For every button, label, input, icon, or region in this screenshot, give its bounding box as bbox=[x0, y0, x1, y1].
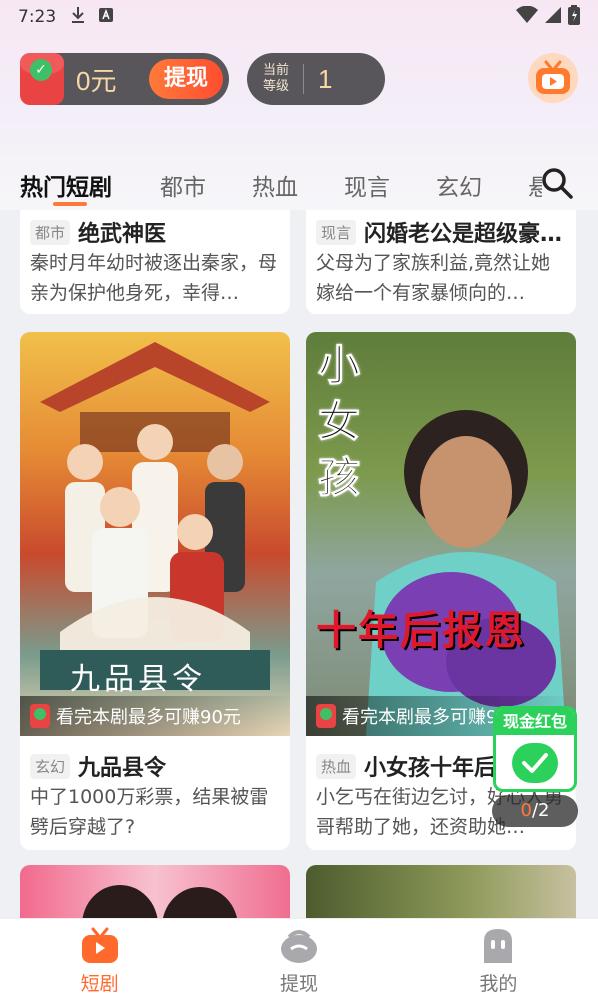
drama-description: 中了1000万彩票，结果被雷劈后穿越了? bbox=[30, 786, 269, 838]
signal-icon bbox=[544, 6, 562, 29]
cover-title-vertical: 小女孩 bbox=[318, 341, 361, 503]
drama-title: 九品县令 bbox=[78, 756, 167, 781]
drama-card[interactable]: 九品县令 看完本剧最多可赚90元 玄幻 九品县令 中了1000万彩票，结果被雷劈… bbox=[20, 332, 290, 850]
status-time: 7:23 bbox=[18, 7, 57, 27]
drama-card[interactable] bbox=[20, 865, 290, 918]
tab-action[interactable]: 热血 bbox=[252, 168, 298, 202]
red-packet-progress: 0/2 bbox=[492, 795, 578, 827]
nav-label: 我的 bbox=[479, 973, 518, 995]
genre-tag: 现言 bbox=[316, 219, 357, 245]
drama-description: 秦时月年幼时被逐出秦家，母亲为保护他身死，幸得… bbox=[30, 252, 278, 304]
red-packet-icon bbox=[316, 704, 336, 728]
bottom-navigation: 短剧 提现 我的 bbox=[0, 918, 598, 998]
tab-urban[interactable]: 都市 bbox=[160, 168, 206, 202]
red-packet-icon: ✓ bbox=[20, 53, 64, 105]
wallet-icon bbox=[280, 930, 317, 963]
user-level-widget[interactable]: 当前 等级 1 bbox=[247, 53, 385, 105]
card-title-row: 都市 绝武神医 bbox=[30, 216, 166, 248]
cover-subtitle-text: 十年后报恩 bbox=[316, 607, 526, 654]
genre-tag: 热血 bbox=[316, 753, 357, 779]
cash-balance-widget[interactable]: ✓ 0元 提现 bbox=[20, 53, 229, 105]
active-tab-indicator bbox=[53, 202, 87, 206]
drama-card[interactable]: 现言 闪婚老公是超级豪… 父母为了家族利益,竟然让她嫁给一个有家暴倾向的… bbox=[306, 210, 576, 314]
drama-cover-image: 小女孩 十年后报恩 看完本剧最多可赚90元 bbox=[306, 332, 576, 736]
nav-label: 提现 bbox=[279, 973, 318, 995]
drama-description: 父母为了家族利益,竟然让她嫁给一个有家暴倾向的… bbox=[316, 252, 551, 304]
drama-title: 闪婚老公是超级豪… bbox=[364, 222, 563, 247]
drama-title: 绝武神医 bbox=[78, 222, 167, 247]
nav-item-dramas[interactable]: 短剧 bbox=[0, 919, 199, 998]
genre-tag: 都市 bbox=[30, 219, 71, 245]
wifi-icon bbox=[516, 5, 538, 29]
card-title-row: 现言 闪婚老公是超级豪… bbox=[316, 216, 564, 248]
profile-icon bbox=[484, 929, 513, 963]
status-bar: 7:23 bbox=[0, 0, 598, 34]
float-label: 现金红包 bbox=[496, 709, 574, 735]
red-packet-icon bbox=[30, 704, 50, 728]
level-label: 当前 等级 bbox=[263, 63, 290, 94]
earn-banner: 看完本剧最多可赚90元 bbox=[20, 696, 290, 736]
tv-avatar-button[interactable] bbox=[528, 53, 578, 103]
tab-fantasy[interactable]: 玄幻 bbox=[436, 168, 482, 202]
withdraw-button[interactable]: 提现 bbox=[149, 59, 223, 99]
drama-cover-image bbox=[20, 865, 290, 918]
drama-card[interactable]: 都市 绝武神医 秦时月年幼时被逐出秦家，母亲为保护他身死，幸得… bbox=[20, 210, 290, 314]
drama-cover-image bbox=[306, 865, 576, 918]
download-icon bbox=[70, 6, 86, 29]
tab-romance[interactable]: 现言 bbox=[344, 168, 390, 202]
nav-item-withdraw[interactable]: 提现 bbox=[199, 919, 398, 998]
search-button[interactable] bbox=[540, 166, 574, 200]
progress-total: /2 bbox=[531, 800, 550, 821]
drama-cover-image: 九品县令 看完本剧最多可赚90元 bbox=[20, 332, 290, 736]
tv-mascot-icon bbox=[536, 60, 570, 94]
category-tabs: 热门短剧 都市 热血 现言 玄幻 悬 bbox=[0, 160, 598, 210]
progress-current: 0 bbox=[520, 800, 532, 821]
tab-hot-dramas[interactable]: 热门短剧 bbox=[20, 168, 112, 202]
app-notification-icon bbox=[98, 7, 114, 28]
level-value: 1 bbox=[318, 63, 333, 94]
search-icon bbox=[542, 168, 573, 199]
cover-title-text: 九品县令 bbox=[70, 662, 206, 697]
nav-label: 短剧 bbox=[80, 973, 119, 995]
card-title-row: 玄幻 九品县令 bbox=[30, 750, 166, 782]
level-divider bbox=[303, 64, 304, 94]
cash-amount: 0元 bbox=[76, 65, 117, 96]
wechat-icon bbox=[512, 743, 558, 783]
genre-tag: 玄幻 bbox=[30, 753, 71, 779]
tv-icon bbox=[81, 927, 118, 963]
nav-item-me[interactable]: 我的 bbox=[399, 919, 598, 998]
drama-card[interactable] bbox=[306, 865, 576, 918]
earn-text: 看完本剧最多可赚90元 bbox=[56, 707, 241, 728]
cash-red-packet-float[interactable]: 现金红包 bbox=[493, 706, 577, 792]
battery-icon bbox=[568, 4, 580, 30]
